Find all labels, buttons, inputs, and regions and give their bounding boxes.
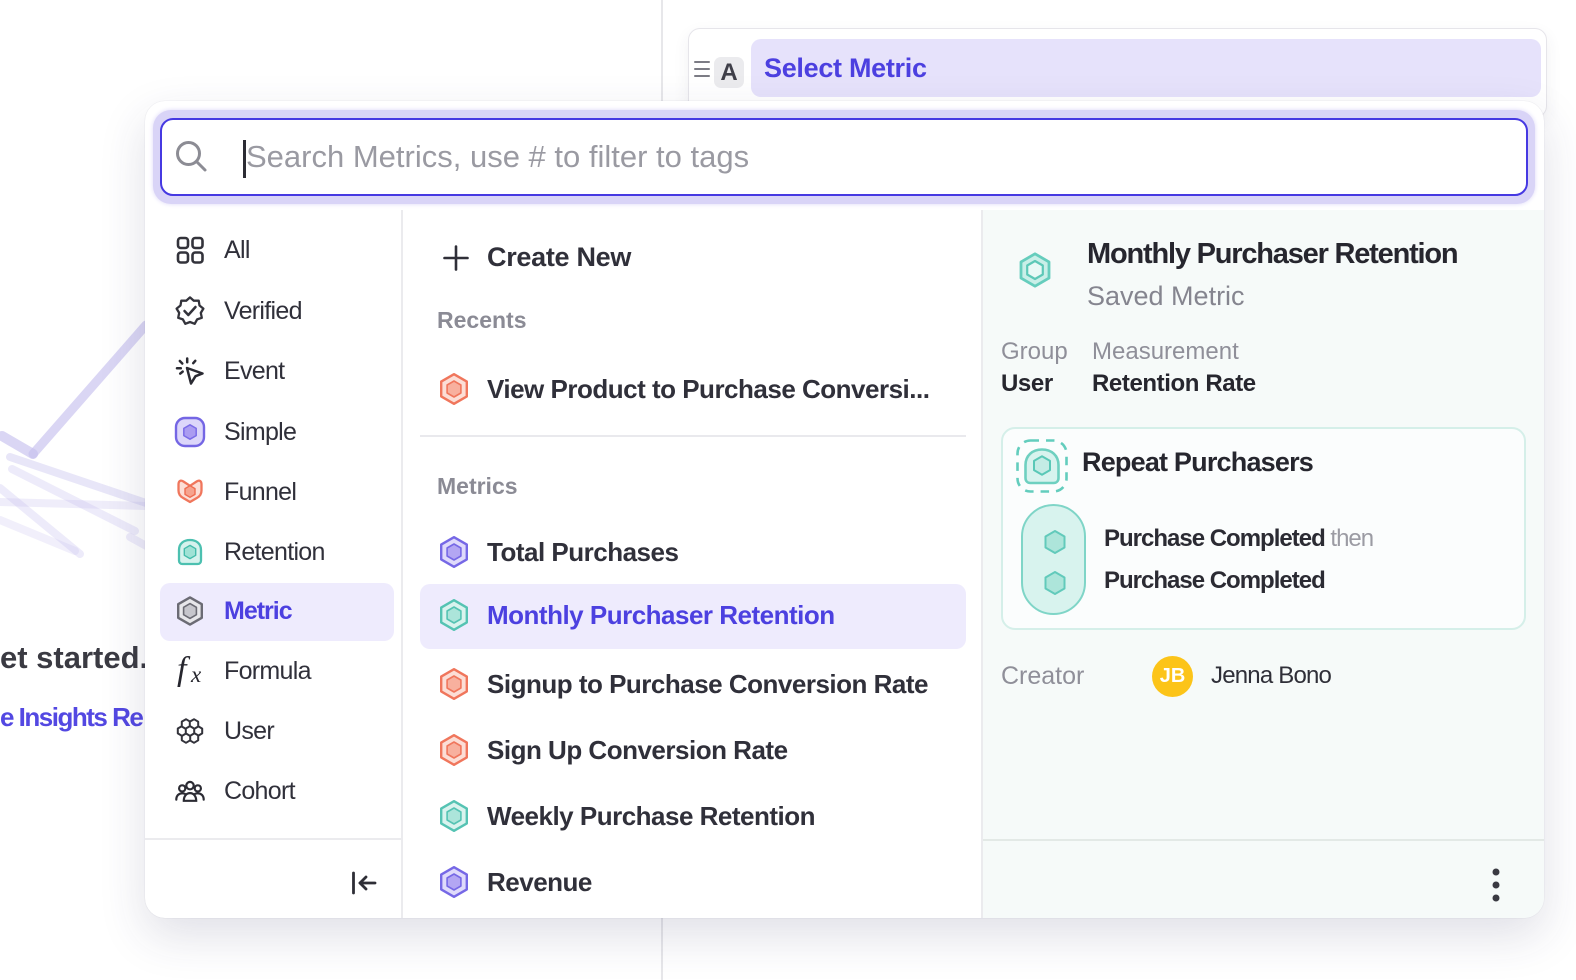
svg-text:f: f	[177, 655, 191, 688]
svg-text:x: x	[190, 662, 202, 687]
